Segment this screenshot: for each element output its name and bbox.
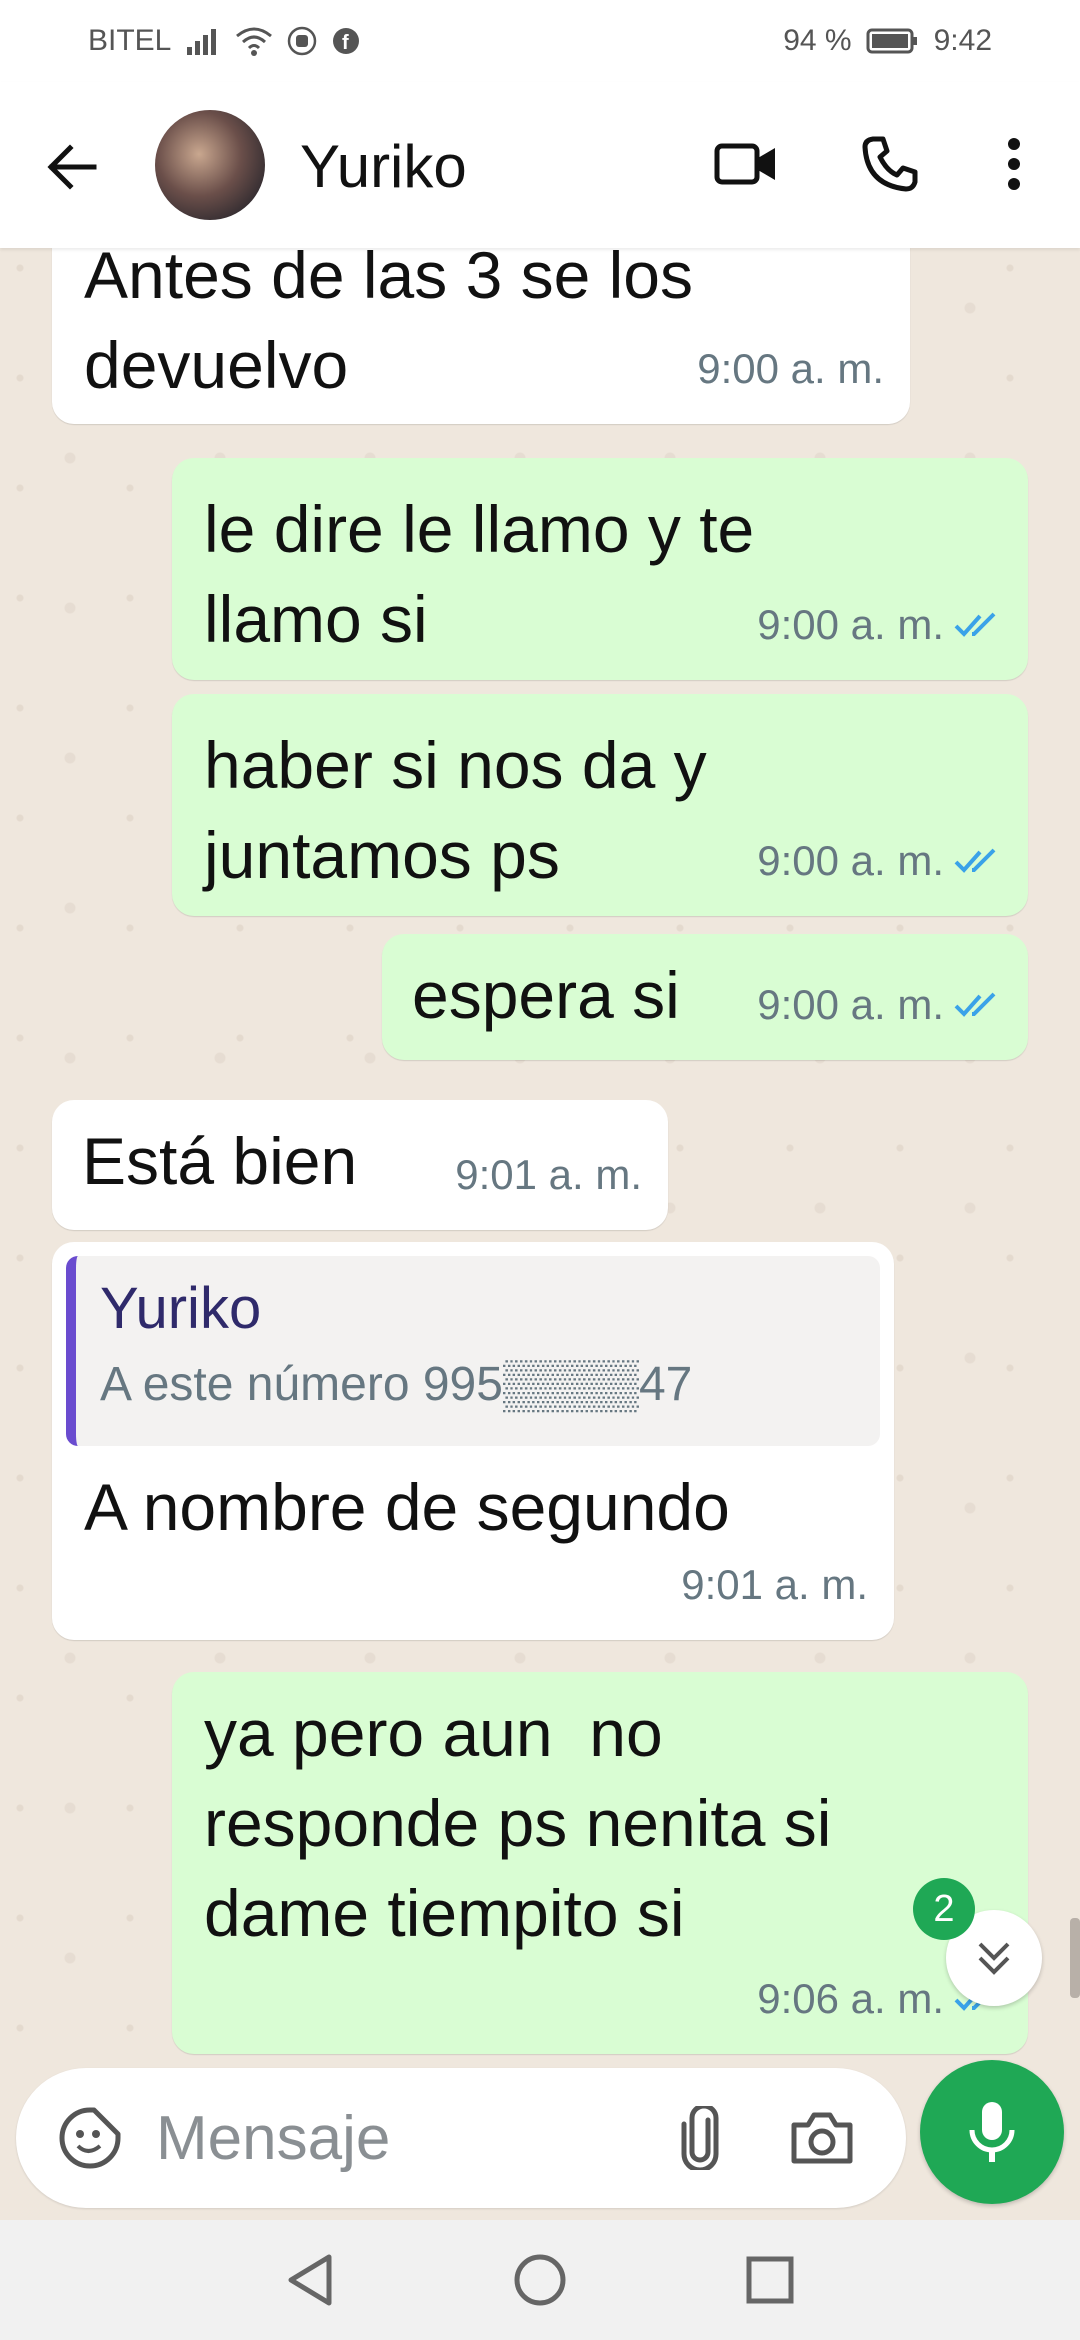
outgoing-message[interactable]: espera si 9:00 a. m. [382,934,1028,1060]
more-vertical-icon [1008,138,1020,190]
sticker-emoji-icon [59,2107,121,2169]
camera-icon [791,2112,853,2164]
facebook-icon: f [331,26,361,56]
double-check-icon [954,846,1002,876]
incoming-message[interactable]: Antes de las 3 se los devuelvo 9:00 a. m… [52,248,910,424]
video-call-button[interactable] [708,126,784,202]
nav-recents-button[interactable] [730,2240,810,2320]
status-right: 94 % 9:42 [783,24,992,58]
message-meta: 9:00 a. m. [757,580,1002,670]
double-chevron-down-icon [978,1942,1010,1975]
outgoing-message[interactable]: ya pero aun no responde ps nenita si dam… [172,1672,1028,2054]
back-button[interactable] [36,132,106,202]
contact-name[interactable]: Yuriko [300,132,467,201]
battery-percent: 94 % [783,24,852,57]
nav-back-button[interactable] [270,2240,350,2320]
svg-text:f: f [342,32,349,54]
notification-hand-icon [287,26,317,56]
square-recents-icon [746,2256,794,2304]
message-list[interactable]: Antes de las 3 se los devuelvo 9:00 a. m… [0,248,1080,2068]
message-time: 9:00 a. m. [757,837,944,884]
message-time: 9:06 a. m. [757,1975,944,2022]
message-time: 9:01 a. m. [681,1561,868,1608]
message-meta: 9:00 a. m. [757,960,1002,1050]
nav-home-button[interactable] [500,2240,580,2320]
message-meta: 9:01 a. m. [455,1130,642,1220]
signal-icon [185,27,221,55]
system-nav-bar [0,2220,1080,2340]
paperclip-icon [681,2106,719,2170]
quoted-message[interactable]: Yuriko A este número 995▒▒▒▒47 [66,1256,880,1446]
status-bar: BITEL f 94 % 9:42 [0,0,1080,82]
phone-icon [862,136,918,192]
video-camera-icon [714,143,775,185]
microphone-icon [969,2102,1015,2162]
message-time: 9:00 a. m. [697,345,884,392]
outgoing-message[interactable]: le dire le llamo y te llamo si 9:00 a. m… [172,458,1028,680]
triangle-back-icon [288,2254,332,2306]
more-options-button[interactable] [992,126,1036,202]
attach-button[interactable] [662,2100,738,2176]
avatar[interactable] [155,110,265,220]
message-time: 9:00 a. m. [757,981,944,1028]
chat-header: Yuriko [0,82,1080,248]
incoming-message[interactable]: Está bien 9:01 a. m. [52,1100,668,1230]
message-meta: 9:00 a. m. [697,324,884,414]
emoji-button[interactable] [52,2100,128,2176]
message-time: 9:00 a. m. [757,601,944,648]
double-check-icon [954,990,1002,1020]
status-left: BITEL f [88,24,361,58]
camera-button[interactable] [782,2100,862,2176]
voice-call-button[interactable] [852,126,928,202]
double-check-icon [954,610,1002,640]
message-composer [16,2068,906,2208]
message-meta: 9:01 a. m. [681,1540,868,1630]
battery-icon [866,26,920,56]
unread-count-badge: 2 [913,1878,975,1940]
arrow-left-icon [47,144,97,190]
message-meta: 9:00 a. m. [757,816,1002,906]
quoted-text: A este número 995▒▒▒▒47 [100,1358,693,1411]
clock: 9:42 [933,24,992,57]
voice-message-button[interactable] [920,2060,1064,2204]
message-time: 9:01 a. m. [455,1151,642,1198]
scrollbar[interactable] [1070,1918,1080,1998]
quoted-sender: Yuriko [100,1276,262,1341]
incoming-reply-message[interactable]: Yuriko A este número 995▒▒▒▒47 A nombre … [52,1242,894,1640]
wifi-icon [235,26,273,56]
circle-home-icon [514,2254,566,2306]
outgoing-message[interactable]: haber si nos da y juntamos ps 9:00 a. m. [172,694,1028,916]
message-text: A nombre de segundo [84,1470,730,1544]
message-input[interactable] [156,2102,656,2174]
message-text: ya pero aun no responde ps nenita si dam… [204,1696,832,1950]
carrier-label: BITEL [88,24,172,57]
